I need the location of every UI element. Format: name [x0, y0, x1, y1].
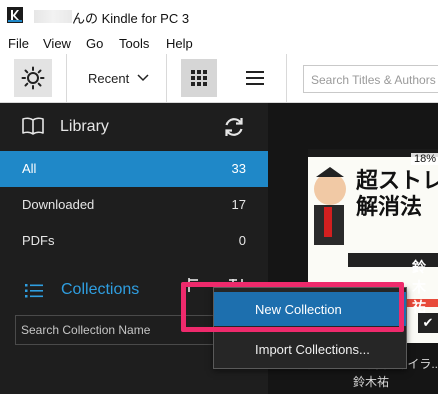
- grid-view-icon: [191, 70, 207, 86]
- library-title: Library: [60, 118, 109, 135]
- sort-label: Recent: [88, 70, 130, 86]
- cover-title: 超ストレス解消法: [356, 169, 438, 220]
- toolbar-divider: [66, 54, 67, 102]
- menu-help[interactable]: Help: [166, 36, 193, 51]
- blurred-owner-name: [34, 10, 72, 23]
- toolbar-divider: [286, 54, 287, 102]
- context-menu: New Collection Import Collections...: [213, 287, 407, 369]
- list-view-button[interactable]: [240, 59, 270, 97]
- menu-item-label: New Collection: [255, 302, 342, 317]
- sidebar-item-downloaded[interactable]: Downloaded 17: [0, 187, 268, 223]
- add-icon[interactable]: [186, 278, 200, 292]
- new-collection-menu-item[interactable]: New Collection: [214, 292, 406, 326]
- menu-bar: File View Go Tools Help: [0, 34, 438, 54]
- checkmark-icon: ✔: [418, 313, 438, 333]
- book-icon: [22, 117, 44, 135]
- menu-go[interactable]: Go: [86, 36, 103, 51]
- list-view-icon: [246, 71, 264, 85]
- window-title: んの Kindle for PC 3: [72, 11, 190, 26]
- kindle-app-icon: [7, 7, 23, 23]
- sidebar-item-label: Downloaded: [22, 197, 95, 212]
- sidebar-item-label: All: [22, 161, 37, 176]
- menu-item-label: Import Collections...: [255, 342, 370, 357]
- library-header[interactable]: Library: [0, 103, 268, 151]
- search-box[interactable]: [303, 65, 438, 93]
- title-bar: んの Kindle for PC 3: [0, 0, 438, 32]
- reading-progress-badge: 18%: [411, 153, 438, 165]
- collections-list-icon: [25, 284, 43, 298]
- menu-tools[interactable]: Tools: [119, 36, 149, 51]
- search-input[interactable]: [309, 67, 438, 93]
- sidebar-item-pdfs[interactable]: PDFs 0: [0, 223, 268, 259]
- toolbar: Recent: [0, 54, 438, 103]
- chevron-down-icon: [137, 74, 149, 82]
- menu-file[interactable]: File: [8, 36, 29, 51]
- grid-view-button[interactable]: [181, 59, 217, 97]
- sidebar-item-label: PDFs: [22, 233, 55, 248]
- sidebar-item-all[interactable]: All 33: [0, 151, 268, 187]
- sort-dropdown[interactable]: Recent: [76, 66, 149, 90]
- sidebar-item-count: 0: [238, 233, 246, 248]
- collection-search-input[interactable]: [21, 323, 221, 337]
- sync-icon[interactable]: [222, 115, 246, 139]
- collections-title: Collections: [61, 281, 140, 298]
- book-author: 鈴木祐: [353, 375, 390, 389]
- toolbar-divider: [166, 54, 167, 102]
- cover-author: 鈴木祐: [412, 260, 426, 316]
- brightness-button[interactable]: [14, 59, 52, 97]
- sidebar-item-count: 17: [231, 197, 246, 212]
- sidebar-item-count: 33: [231, 161, 246, 176]
- brightness-icon: [21, 66, 45, 90]
- menu-view[interactable]: View: [43, 36, 71, 51]
- import-collections-menu-item[interactable]: Import Collections...: [214, 328, 406, 362]
